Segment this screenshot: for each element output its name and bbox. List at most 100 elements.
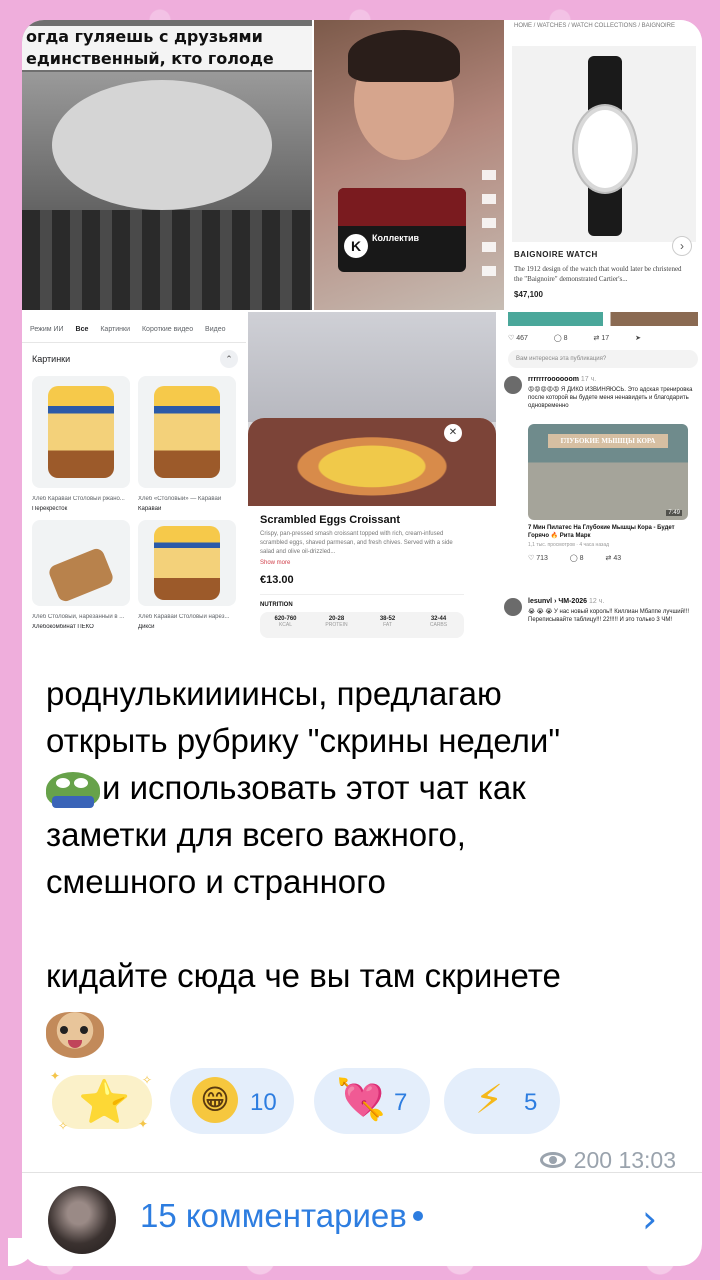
share-icon: ➤ — [635, 335, 641, 342]
video-thumbnail: ГЛУБОКИЕ МЫШЦЫ КОРА 7:49 — [528, 424, 688, 520]
post-text: 😭 😭 😭 У нас новый король!! Киллиан Мбапп… — [528, 609, 689, 623]
pig-caption-line2: единственный, кто голоде — [26, 49, 274, 68]
message-line: смешного и странного — [46, 863, 386, 900]
tiktok-side-actions — [482, 170, 496, 280]
like-count: ♡ 713 — [528, 555, 548, 562]
bread-image — [32, 520, 130, 606]
google-image-item: Хлеб Каравай Столовый нарез... Дикси — [138, 520, 236, 638]
comments-label: 15 комментариев — [140, 1197, 423, 1235]
repost-count-value: 43 — [613, 555, 622, 562]
reaction-grin[interactable]: 😁 10 — [170, 1068, 294, 1134]
interest-question: Вам интересна эта публикация? — [508, 350, 698, 368]
google-tabs: Режим ИИ Все Картинки Короткие видео Вид… — [30, 326, 246, 333]
bread-image — [138, 376, 236, 488]
message-time: 13:03 — [618, 1147, 676, 1173]
nutrition-item: 32-44 CARBS — [413, 612, 464, 638]
google-images-screenshot[interactable]: Режим ИИ Все Картинки Короткие видео Вид… — [22, 312, 246, 647]
message-line: роднулькиииинсы, предлагаю — [46, 675, 502, 712]
comments-button[interactable]: 15 комментариев › — [22, 1173, 702, 1266]
kollektiv-logo: K — [344, 234, 368, 258]
like-count-value: 713 — [536, 555, 548, 562]
tiktok-screenshot[interactable]: K Коллектив — [314, 20, 504, 310]
google-image-item: Хлеб Столовый, нарезанный в ... Хлебоком… — [32, 520, 130, 638]
blurred-background — [248, 312, 496, 422]
google-image-caption: Хлеб Столовый, нарезанный в ... — [32, 614, 125, 620]
google-image-item: Хлеб «Столовый» — Каравай Каравай — [138, 376, 236, 512]
message-line: и использовать этот чат как — [46, 764, 686, 811]
google-image-store: Каравай — [138, 506, 162, 512]
google-section-title: Картинки — [32, 354, 71, 364]
nutrition-label: CARBS — [429, 622, 448, 628]
post-author-name: rrrrrrroooooom — [528, 376, 579, 383]
message-line-text: и использовать этот чат как — [102, 769, 526, 806]
sparkle-icon: ✧ — [142, 1073, 153, 1087]
star-icon: ⭐ — [78, 1078, 131, 1125]
post-time: 17 ч. — [580, 376, 597, 383]
message-meta: 200 13:03 — [539, 1147, 676, 1174]
bread-loaf — [48, 386, 114, 478]
watch-price: $47,100 — [514, 290, 543, 299]
google-tab-active: Все — [75, 326, 89, 333]
divider — [260, 594, 464, 595]
repost-count: ⇄ 43 — [605, 555, 622, 562]
dish-price: €13.00 — [260, 574, 294, 586]
sparkle-icon: ✦ — [138, 1117, 149, 1131]
google-image-caption: Хлеб «Столовый» — Каравай — [138, 496, 222, 502]
chevron-right-icon: › — [642, 1197, 658, 1241]
post-author: lesunvl › ЧМ-2026 12 ч. — [528, 598, 604, 605]
threads-screenshot[interactable]: ♡ 467 ◯ 8 ⇄ 17 ➤ Вам интересна эта публи… — [498, 312, 702, 647]
kollektiv-title: Коллектив — [372, 233, 420, 243]
comment-count-value: 8 — [563, 335, 568, 342]
media-strip — [508, 312, 698, 326]
food-app-screenshot[interactable]: ✕ Scrambled Eggs Croissant Crispy, pan-p… — [248, 312, 496, 647]
message-bubble: огда гуляешь с друзьями единственный, кт… — [22, 20, 702, 1266]
google-divider — [22, 342, 246, 343]
show-more-link: Show more — [260, 560, 291, 566]
reaction-lightning[interactable]: ⚡ 5 — [444, 1068, 560, 1134]
watch-photo: › — [512, 46, 696, 256]
post-stats: ♡ 467 ◯ 8 ⇄ 17 ➤ — [508, 334, 653, 342]
like-count: ♡ 467 — [508, 335, 528, 342]
watch-face — [574, 106, 636, 192]
nutrition-item: 620-760 KCAL — [260, 612, 311, 638]
post-author: rrrrrrroooooom 17 ч. — [528, 376, 596, 383]
post-author-name: lesunvl › ЧМ-2026 — [528, 598, 587, 605]
heart-arrow-icon: 💘 — [336, 1078, 386, 1122]
nutrition-title: NUTRITION — [260, 602, 293, 608]
watch-screenshot[interactable]: HOME / WATCHES / WATCH COLLECTIONS / BAI… — [506, 20, 702, 310]
google-tab: Короткие видео — [141, 326, 194, 333]
google-image-caption: Хлеб Каравай Столовый ржано... — [32, 496, 125, 502]
google-image-store: Дикси — [138, 624, 155, 630]
like-count-value: 467 — [516, 335, 528, 342]
dish-title: Scrambled Eggs Croissant — [260, 514, 400, 526]
pig-meme-image[interactable]: огда гуляешь с друзьями единственный, кт… — [22, 20, 312, 310]
bread-image — [138, 520, 236, 606]
reaction-count: 10 — [250, 1089, 277, 1116]
crowd-figures — [22, 210, 312, 310]
post-stats: ♡ 713 ◯ 8 ⇄ 43 — [528, 554, 641, 562]
reaction-heart[interactable]: 💘 7 — [314, 1068, 430, 1134]
chevron-up-icon: ⌃ — [220, 350, 238, 368]
person-hair — [348, 30, 460, 82]
video-caption: 7 Мин Пилатес На Глубокие Мышцы Кора - Б… — [528, 525, 675, 539]
video-duration: 7:49 — [666, 510, 682, 516]
message-line: заметки для всего важного, — [46, 816, 466, 853]
reaction-count: 7 — [394, 1089, 408, 1116]
video-subtext: 1,1 тыс. просмотров · 4 часа назад — [528, 542, 610, 548]
reaction-star[interactable]: ⭐ ✦ ✧ ✧ ✦ — [46, 1067, 158, 1137]
lightning-icon: ⚡ — [474, 1078, 504, 1122]
dog-sticker-icon — [46, 1012, 104, 1058]
chevron-right-icon: › — [672, 236, 692, 256]
nutrition-label: FAT — [383, 622, 392, 628]
pepe-sticker-icon — [46, 772, 100, 809]
kollektiv-card: K Коллектив — [338, 188, 466, 272]
message-text: роднулькиииинсы, предлагаю открыть рубри… — [46, 670, 686, 999]
grin-icon: 😁 — [192, 1077, 238, 1123]
unread-dot-icon — [412, 1211, 423, 1222]
dish-card: ✕ Scrambled Eggs Croissant Crispy, pan-p… — [248, 418, 496, 647]
pig-caption-line1: огда гуляешь с друзьями — [26, 27, 263, 46]
post-time: 12 ч. — [588, 598, 605, 605]
avatar — [504, 598, 522, 616]
screenshot-collage[interactable]: огда гуляешь с друзьями единственный, кт… — [22, 20, 702, 647]
